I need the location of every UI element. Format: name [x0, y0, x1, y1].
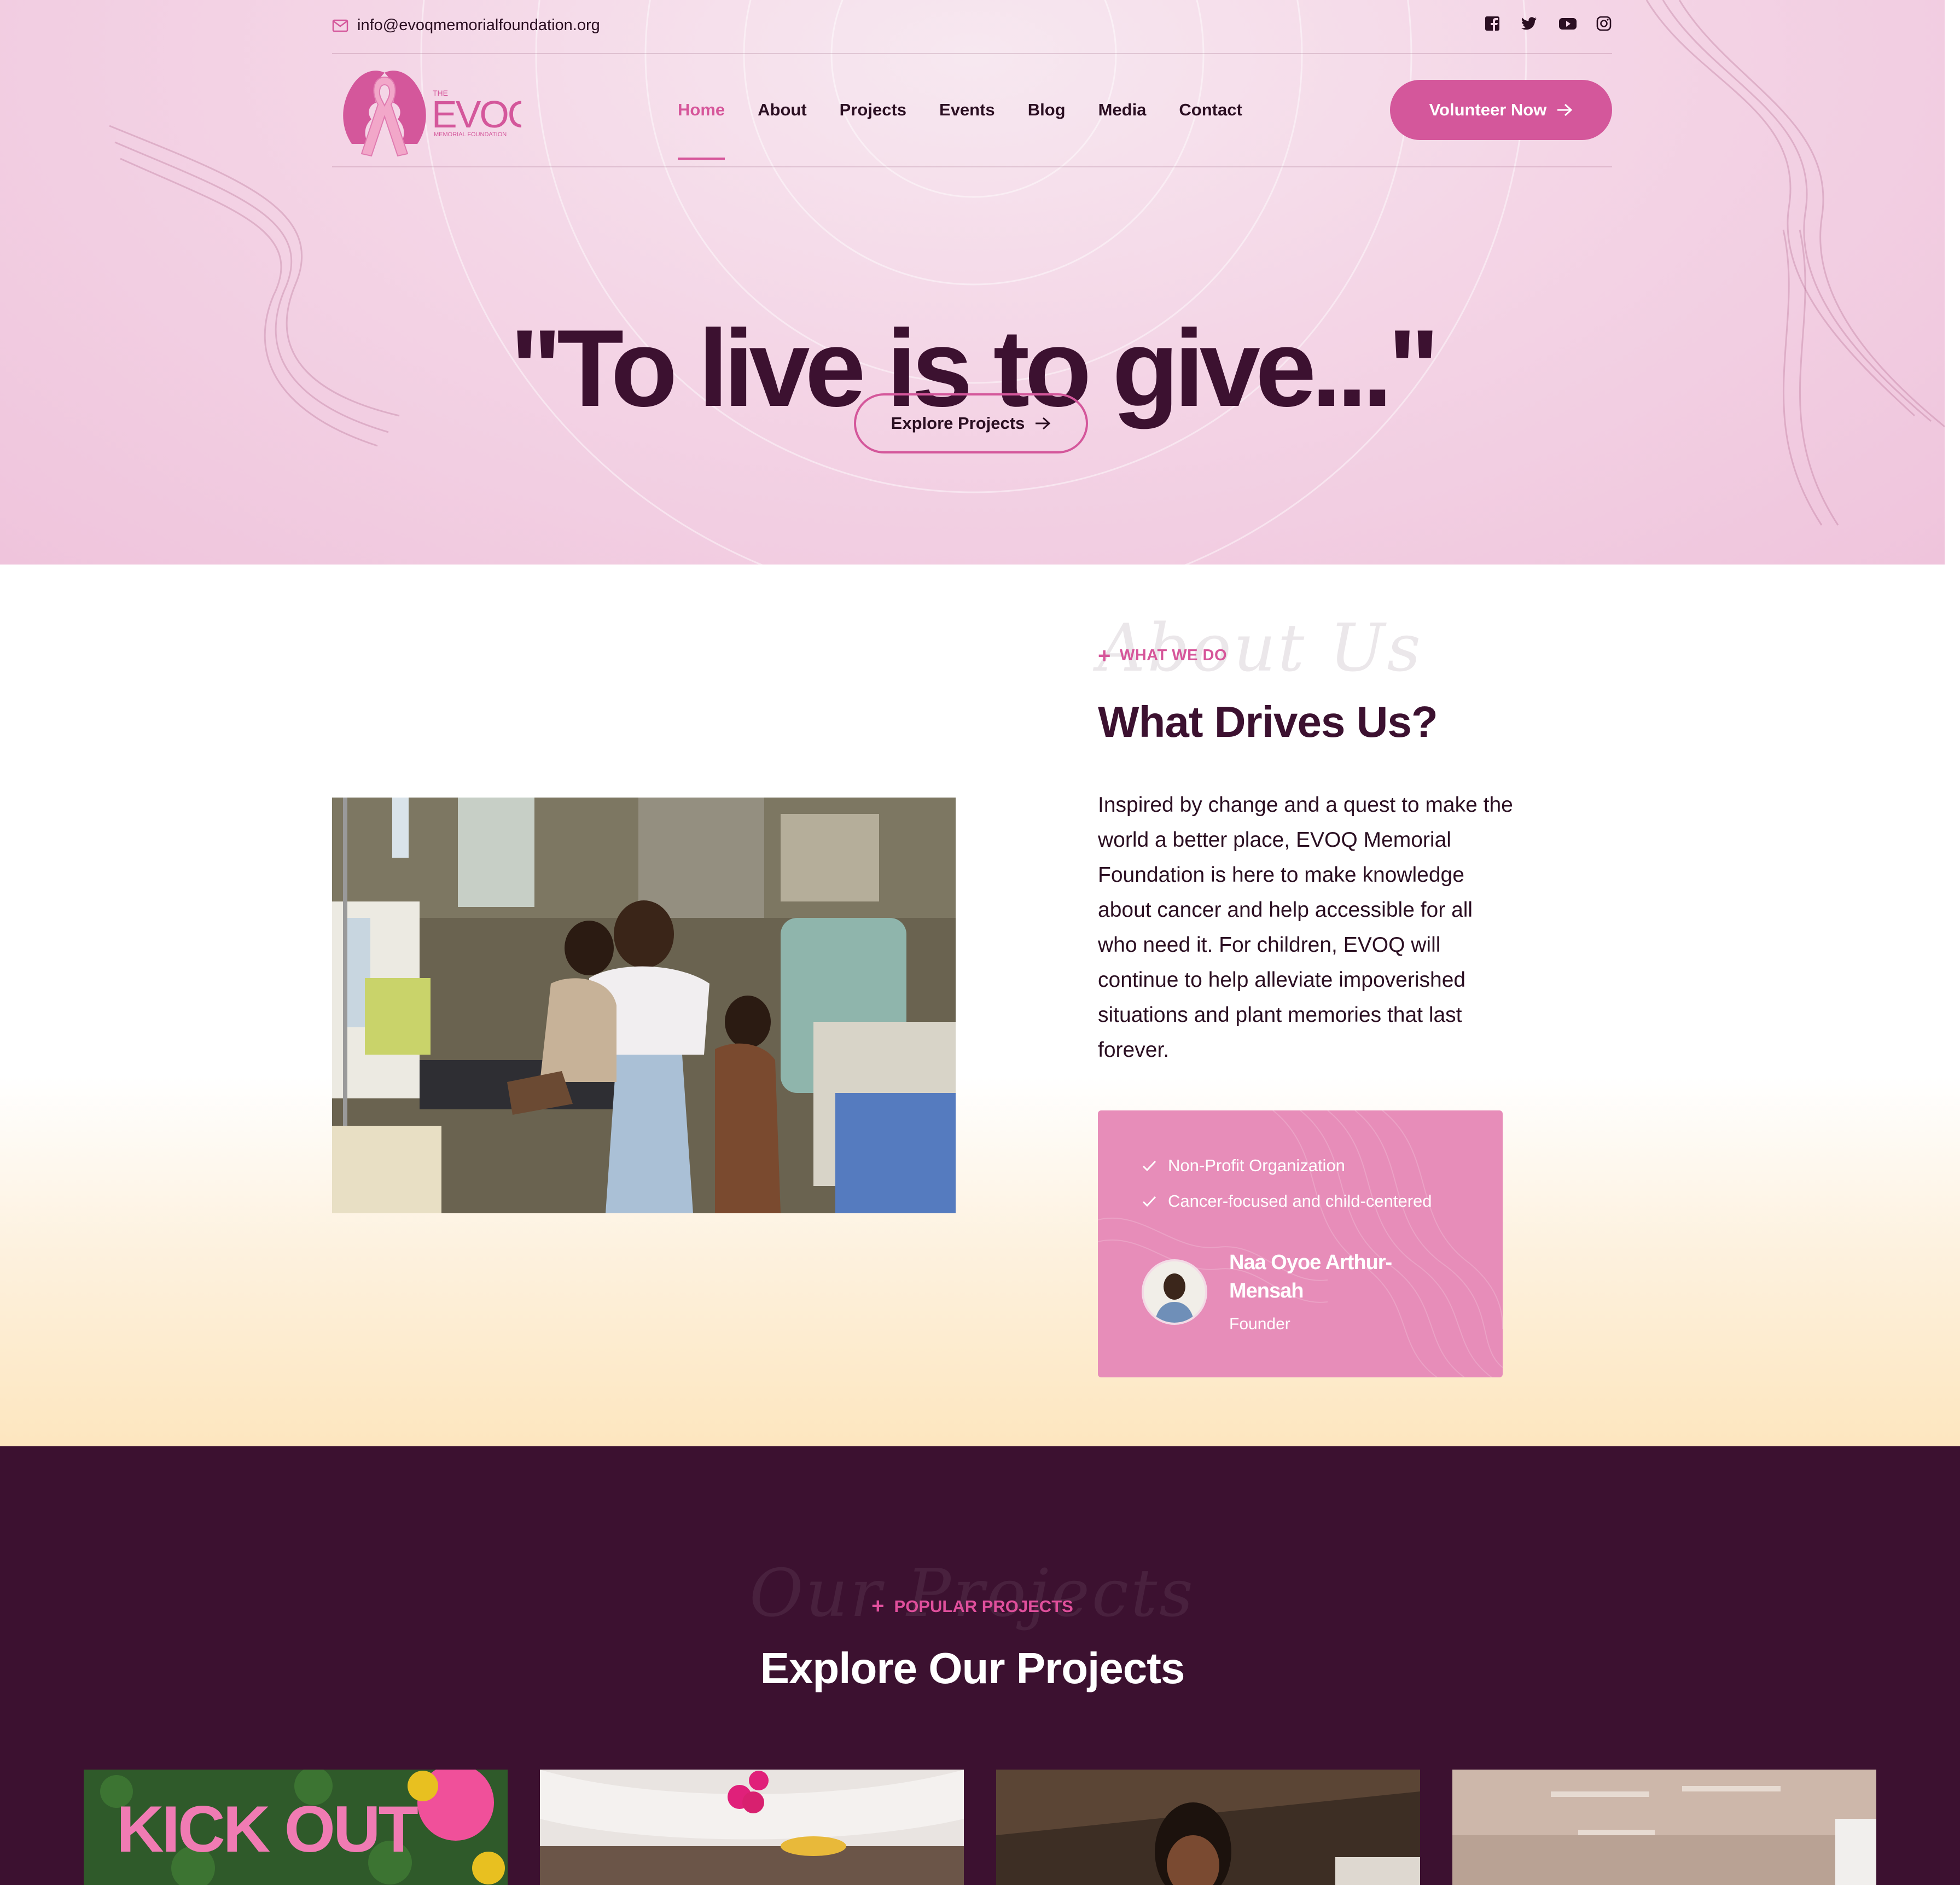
mail-icon — [332, 19, 348, 32]
nav-contact[interactable]: Contact — [1179, 53, 1242, 166]
projects-heading: Explore Our Projects — [760, 1644, 1185, 1692]
check-icon — [1142, 1196, 1156, 1207]
volunteer-now-button[interactable]: Volunteer Now — [1390, 80, 1612, 140]
founder-name: Naa Oyoe Arthur-Mensah — [1229, 1251, 1392, 1302]
social-links — [1484, 15, 1612, 32]
nav-projects[interactable]: Projects — [840, 53, 906, 166]
about-paragraph: Inspired by change and a quest to make t… — [1098, 793, 1513, 1062]
nav-home[interactable]: Home — [678, 53, 725, 166]
top-bar: info@evoqmemorialfoundation.org — [332, 0, 1612, 54]
arrow-right-icon — [1036, 417, 1051, 430]
founder-avatar — [1142, 1259, 1207, 1325]
explore-projects-button[interactable]: Explore Projects — [854, 393, 1088, 453]
project-card[interactable] — [540, 1770, 964, 1885]
project-card[interactable] — [1452, 1770, 1876, 1885]
projects-section: Our Projects + POPULAR PROJECTS Explore … — [0, 1446, 1960, 1885]
hero-section: info@evoqmemorialfoundation.org THE EVO … — [0, 0, 1945, 565]
check-list: Non-Profit Organization Cancer-focused a… — [1142, 1148, 1432, 1219]
check-item-label: Non-Profit Organization — [1168, 1155, 1345, 1175]
plus-icon: + — [1098, 643, 1111, 668]
plus-icon: + — [871, 1594, 885, 1618]
project-card[interactable] — [996, 1770, 1420, 1885]
projects-kicker: + POPULAR PROJECTS — [0, 1594, 1945, 1619]
about-photo — [332, 798, 956, 1213]
founder-profile: Naa Oyoe Arthur-Mensah Founder — [1142, 1248, 1415, 1334]
facebook-icon[interactable] — [1484, 15, 1500, 32]
nav-media[interactable]: Media — [1098, 53, 1147, 166]
arrow-right-icon — [1557, 103, 1573, 117]
explore-projects-label: Explore Projects — [891, 414, 1025, 433]
check-item: Non-Profit Organization — [1142, 1148, 1432, 1183]
instagram-icon[interactable] — [1596, 15, 1612, 32]
email-contact[interactable]: info@evoqmemorialfoundation.org — [332, 16, 600, 34]
nav-links: Home About Projects Events Blog Media Co… — [678, 53, 1275, 166]
check-item: Cancer-focused and child-centered — [1142, 1183, 1432, 1219]
email-text[interactable]: info@evoqmemorialfoundation.org — [357, 16, 600, 34]
project-card[interactable]: KICK OUT — [84, 1770, 508, 1885]
youtube-icon[interactable] — [1558, 15, 1577, 32]
volunteer-now-label: Volunteer Now — [1429, 100, 1547, 119]
founder-role: Founder — [1229, 1315, 1290, 1333]
projects-kicker-label: POPULAR PROJECTS — [894, 1596, 1073, 1616]
check-icon — [1142, 1160, 1156, 1171]
about-section: About Us + WHAT WE DO What Drives Us? In… — [0, 565, 1960, 1446]
main-navbar: THE EVOQ MEMORIAL FOUNDATION Home About … — [332, 53, 1612, 167]
nav-blog[interactable]: Blog — [1028, 53, 1066, 166]
check-item-label: Cancer-focused and child-centered — [1168, 1191, 1432, 1211]
svg-text:EVOQ: EVOQ — [432, 93, 521, 136]
about-kicker-label: WHAT WE DO — [1119, 647, 1228, 664]
founder-info: Naa Oyoe Arthur-Mensah Founder — [1229, 1248, 1415, 1334]
founder-card: Non-Profit Organization Cancer-focused a… — [1098, 1110, 1503, 1377]
nav-about[interactable]: About — [758, 53, 807, 166]
svg-text:MEMORIAL FOUNDATION: MEMORIAL FOUNDATION — [434, 131, 507, 138]
about-heading: What Drives Us? — [1098, 697, 1438, 746]
svg-text:KICK OUT: KICK OUT — [117, 1793, 418, 1866]
evoq-logo[interactable]: THE EVOQ MEMORIAL FOUNDATION — [335, 62, 538, 159]
twitter-icon[interactable] — [1521, 15, 1538, 32]
about-kicker: + WHAT WE DO — [1098, 643, 1228, 668]
nav-events[interactable]: Events — [939, 53, 995, 166]
